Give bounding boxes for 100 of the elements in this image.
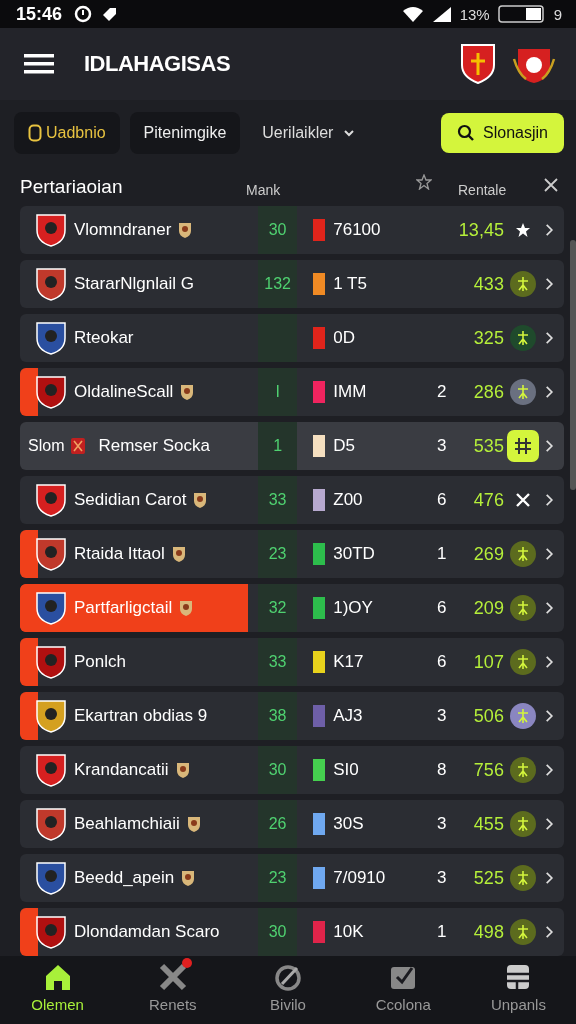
team-row[interactable]: Sedidian Carot 33 Z00 6 476: [20, 476, 564, 524]
team-name: Ekartran obdias 9: [74, 706, 208, 726]
team-name: Ponlch: [74, 652, 126, 672]
points: 209: [472, 597, 504, 619]
search-button[interactable]: Slonasjin: [441, 113, 564, 153]
team-row[interactable]: Beahlamchiaii 26 30S 3 455: [20, 800, 564, 848]
chevron-icon: [545, 223, 554, 237]
chevron-icon: [545, 331, 554, 345]
score: 132: [264, 275, 291, 293]
team-name: Remser Socka: [98, 436, 210, 456]
team-row[interactable]: Ekartran obdias 9 38 AJ3 3 506: [20, 692, 564, 740]
team-name: Vlomndraner: [74, 220, 172, 240]
shield-icon[interactable]: [460, 43, 496, 85]
code: 7/0910: [333, 868, 387, 888]
close-icon[interactable]: [544, 178, 558, 192]
points: 325: [472, 327, 504, 349]
team-row[interactable]: Krandancatii 30 SI0 8 756: [20, 746, 564, 794]
battery-digit: 9: [553, 5, 562, 23]
battery-percent: 13%: [459, 5, 490, 23]
nav-tab[interactable]: Ccolona: [345, 956, 461, 1024]
wifi-icon: [401, 6, 424, 22]
chevron-icon: [545, 493, 554, 507]
team-row[interactable]: Vlomndraner 30 76100 13,45: [20, 206, 564, 254]
star-icon[interactable]: [416, 174, 432, 190]
club-crest-icon: [34, 590, 68, 626]
app-title: IDLAHAGISAS: [84, 51, 231, 77]
nav-tab[interactable]: Renets: [115, 956, 231, 1024]
team-label: Slom: [28, 437, 65, 455]
section-title: Pertariaoian: [20, 176, 124, 198]
score: 30: [268, 221, 287, 239]
team-name: Sedidian Carot: [74, 490, 187, 510]
count: 6: [436, 598, 447, 617]
nav-tab[interactable]: Bivilo: [230, 956, 346, 1024]
code: SI0: [333, 760, 360, 780]
score: 1: [273, 437, 283, 455]
points: 498: [472, 921, 504, 943]
points: 269: [472, 543, 504, 565]
team-row[interactable]: Ponlch 33 K17 6 107: [20, 638, 564, 686]
signal-icon: [431, 6, 452, 22]
code: Z00: [333, 490, 364, 510]
search-icon: [457, 124, 476, 142]
chevron-icon: [545, 385, 554, 399]
team-name: OldalineScall: [74, 382, 174, 402]
filter-dropdown[interactable]: Uerilaikler: [250, 114, 368, 152]
club-crest-icon: [34, 698, 68, 734]
team-row[interactable]: Slom Remser Socka 1 D5 3 535: [20, 422, 564, 470]
club-crest-icon: [34, 536, 68, 572]
score: 30: [268, 923, 287, 941]
chevron-icon: [545, 763, 554, 777]
team-row[interactable]: OldalineScall I IMM 2 286: [20, 368, 564, 416]
nav-tab[interactable]: Olemen: [0, 956, 116, 1024]
score: 26: [268, 815, 287, 833]
chevron-icon: [545, 817, 554, 831]
team-row[interactable]: Beedd_apein 23 7/0910 3 525: [20, 854, 564, 902]
code: 30S: [333, 814, 365, 834]
count: 3: [436, 814, 447, 833]
filter-chip[interactable]: Uadbnio: [14, 112, 120, 154]
count: 1: [436, 544, 447, 563]
score: 33: [268, 653, 287, 671]
code: 30TD: [333, 544, 376, 564]
code: 1)OY: [333, 598, 374, 618]
alarm-icon: [74, 5, 93, 23]
team-name: Partfarligctail: [74, 598, 173, 618]
code: 0D: [333, 328, 356, 348]
points: 525: [472, 867, 504, 889]
team-name: Beedd_apein: [74, 868, 175, 888]
score: 38: [268, 707, 287, 725]
code: D5: [333, 436, 356, 456]
club-crest-icon: [34, 266, 68, 302]
chevron-icon: [545, 709, 554, 723]
points: 756: [472, 759, 504, 781]
team-row[interactable]: StararNlgnlail G 132 1 T5 433: [20, 260, 564, 308]
chevron-icon: [545, 547, 554, 561]
club-crest-icon: [34, 644, 68, 680]
points: 476: [472, 489, 504, 511]
points: 433: [472, 273, 504, 295]
club-crest-icon: [34, 806, 68, 842]
points: 13,45: [457, 219, 504, 241]
team-row[interactable]: Rtaida Ittaol 23 30TD 1 269: [20, 530, 564, 578]
team-name: StararNlgnlail G: [74, 274, 194, 294]
club-crest-icon: [34, 374, 68, 410]
score: 23: [268, 545, 287, 563]
points: 506: [472, 705, 504, 727]
team-name: Rteokar: [74, 328, 134, 348]
nav-tab[interactable]: Unpanls: [460, 956, 576, 1024]
score: 23: [268, 869, 287, 887]
club-crest-icon: [34, 482, 68, 518]
team-name: Rtaida Ittaol: [74, 544, 165, 564]
code: 1 T5: [333, 274, 368, 294]
chevron-icon: [545, 439, 554, 453]
caret-icon: [343, 129, 356, 137]
menu-button[interactable]: [24, 53, 54, 75]
count: 2: [436, 382, 447, 401]
code: K17: [333, 652, 365, 672]
team-row[interactable]: Rteokar 0D 325: [20, 314, 564, 362]
team-row[interactable]: Dlondamdan Scaro 30 10K 1 498: [20, 908, 564, 956]
chevron-icon: [545, 601, 554, 615]
team-row[interactable]: Partfarligctail 32 1)OY 6 209: [20, 584, 564, 632]
filter-chip[interactable]: Pitenimgike: [129, 112, 241, 154]
count: 3: [436, 706, 447, 725]
